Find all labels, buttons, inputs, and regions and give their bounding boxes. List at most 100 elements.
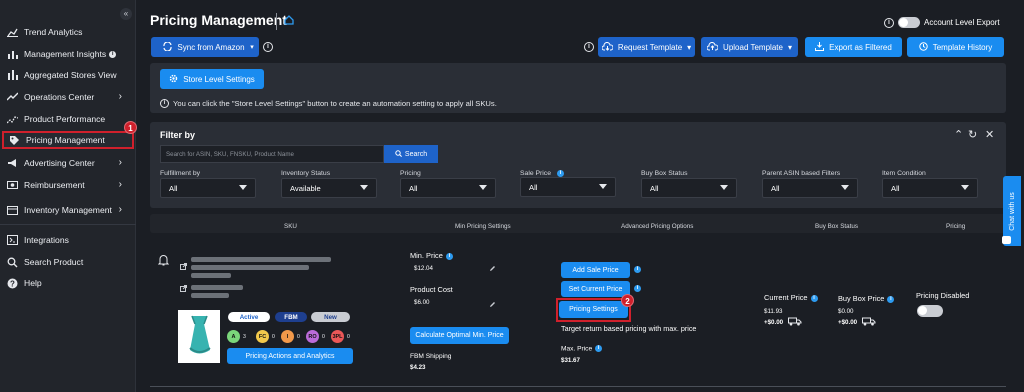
search-icon <box>6 256 18 268</box>
caret-down-icon <box>720 185 728 190</box>
chevron-right-icon: › <box>118 91 122 102</box>
info-icon[interactable]: i <box>595 345 603 352</box>
sidebar-item-label: Management Insights <box>24 49 107 59</box>
account-level-export-toggle[interactable] <box>898 17 920 28</box>
sidebar-item-label: Product Performance <box>24 114 106 124</box>
select-value: All <box>650 183 659 193</box>
filter-label-inventory-status: Inventory Status <box>281 170 331 177</box>
sidebar: « Trend Analytics Management Insights i … <box>0 0 137 392</box>
insights-icon <box>6 48 18 60</box>
close-icon[interactable]: ✕ <box>985 128 994 141</box>
template-history-button[interactable]: Template History <box>907 37 1004 57</box>
chat-bubble-icon[interactable] <box>1002 236 1011 244</box>
store-level-settings-button[interactable]: Store Level Settings <box>160 69 264 89</box>
3pl-badge: 3PL <box>331 330 344 343</box>
caret-down-icon <box>841 185 849 190</box>
info-icon[interactable]: i <box>109 50 117 58</box>
sidebar-item-label: Integrations <box>24 235 69 245</box>
caret-down-icon: ▾ <box>250 44 254 51</box>
trend-icon <box>6 91 18 103</box>
redacted-product-title <box>191 273 231 278</box>
edit-pencil-icon[interactable] <box>489 301 496 310</box>
store-hint-text: You can click the "Store Level Settings"… <box>173 99 497 108</box>
filter-search-input[interactable]: Search for ASIN, SKU, FNSKU, Product Nam… <box>160 145 384 163</box>
upload-template-button[interactable]: Upload Template ▾ <box>701 37 798 57</box>
caret-down-icon <box>360 185 368 190</box>
export-as-filtered-button[interactable]: Export as Filtered <box>805 37 902 57</box>
info-icon[interactable]: i <box>634 266 641 273</box>
sidebar-item-operations-center[interactable]: Operations Center › <box>6 88 134 106</box>
caret-down-icon: ▾ <box>687 42 692 52</box>
add-sale-price-button[interactable]: Add Sale Price <box>561 262 630 278</box>
pricing-select[interactable]: All <box>400 178 496 198</box>
current-price-label: Current Price i <box>764 293 818 302</box>
item-condition-select[interactable]: All <box>882 178 978 198</box>
condition-badge: New <box>311 312 350 322</box>
pricing-settings-button[interactable]: Pricing Settings <box>559 301 628 318</box>
sync-dropdown-button[interactable]: ▾ <box>245 37 259 57</box>
sidebar-item-reimbursement[interactable]: Reimbursement › <box>6 176 134 194</box>
info-icon[interactable]: i <box>584 42 594 52</box>
sidebar-item-pricing-management[interactable]: Pricing Management <box>2 131 134 149</box>
truck-icon <box>862 317 876 328</box>
sidebar-item-management-insights[interactable]: Management Insights i <box>6 45 134 63</box>
pricing-actions-button[interactable]: Pricing Actions and Analytics <box>227 348 353 364</box>
title-divider <box>276 13 277 30</box>
sidebar-item-product-performance[interactable]: Product Performance <box>6 110 134 128</box>
sync-from-amazon-button[interactable]: Sync from Amazon <box>151 37 257 57</box>
pricing-disabled-label: Pricing Disabled <box>916 291 970 300</box>
caret-down-icon <box>479 185 487 190</box>
buy-box-status-select[interactable]: All <box>641 178 737 198</box>
info-icon[interactable]: i <box>556 170 564 177</box>
bell-icon[interactable] <box>157 254 170 268</box>
refresh-icon[interactable]: ↻ <box>968 128 977 141</box>
edit-pencil-icon[interactable] <box>489 265 496 274</box>
parent-asin-select[interactable]: All <box>762 178 858 198</box>
sale-price-select[interactable]: All <box>520 177 616 197</box>
table-header <box>150 214 1006 233</box>
reimbursement-icon <box>6 179 18 191</box>
request-template-button[interactable]: Request Template ▾ <box>598 37 695 57</box>
product-image <box>178 310 220 363</box>
external-link-icon[interactable] <box>180 263 187 272</box>
inbound-badge: I <box>281 330 294 343</box>
search-button[interactable]: Search <box>384 145 438 163</box>
set-current-price-button[interactable]: Set Current Price <box>561 281 630 297</box>
sidebar-item-search-product[interactable]: Search Product <box>6 253 134 271</box>
max-price-label-text: Max. Price <box>561 345 593 353</box>
sidebar-item-aggregated-stores[interactable]: Aggregated Stores View <box>6 66 134 84</box>
inbound-count: 0 <box>297 334 300 340</box>
select-value: All <box>771 183 780 193</box>
max-price-label: Max. Price i <box>561 345 603 353</box>
home-icon[interactable] <box>284 15 294 27</box>
fulfillment-select[interactable]: All <box>160 178 256 198</box>
step-badge: 2 <box>621 294 634 307</box>
info-icon[interactable]: i <box>263 42 273 52</box>
sidebar-item-help[interactable]: ? Help <box>6 274 134 292</box>
select-value: Available <box>290 183 321 193</box>
inventory-status-select[interactable]: Available <box>281 178 377 198</box>
collapse-sidebar-icon[interactable]: « <box>120 8 132 20</box>
info-icon[interactable]: i <box>810 294 818 302</box>
chevron-up-icon[interactable]: ⌃ <box>954 128 963 141</box>
info-icon[interactable]: i <box>634 285 641 292</box>
external-link-icon[interactable] <box>180 285 187 294</box>
info-icon[interactable]: i <box>445 252 453 260</box>
info-icon[interactable]: i <box>887 295 895 303</box>
sidebar-item-trend-analytics[interactable]: Trend Analytics <box>6 23 134 41</box>
caret-down-icon <box>961 185 969 190</box>
calculate-optimal-min-price-button[interactable]: Calculate Optimal Min. Price <box>410 327 509 344</box>
available-count: 3 <box>243 334 246 340</box>
filter-label-item-condition: Item Condition <box>882 170 926 177</box>
product-cost-label: Product Cost <box>410 285 453 294</box>
price-tag-icon <box>8 134 20 146</box>
info-icon[interactable]: i <box>884 18 894 28</box>
caret-down-icon <box>599 184 607 189</box>
column-header-pricing: Pricing <box>946 223 966 230</box>
sidebar-item-advertising-center[interactable]: Advertising Center › <box>6 154 134 172</box>
buy-box-price-label-text: Buy Box Price <box>838 294 885 303</box>
integrations-icon <box>6 234 18 246</box>
sidebar-item-integrations[interactable]: Integrations <box>6 231 134 249</box>
sidebar-item-inventory-management[interactable]: Inventory Management › <box>6 201 134 219</box>
pricing-toggle[interactable] <box>917 305 943 317</box>
